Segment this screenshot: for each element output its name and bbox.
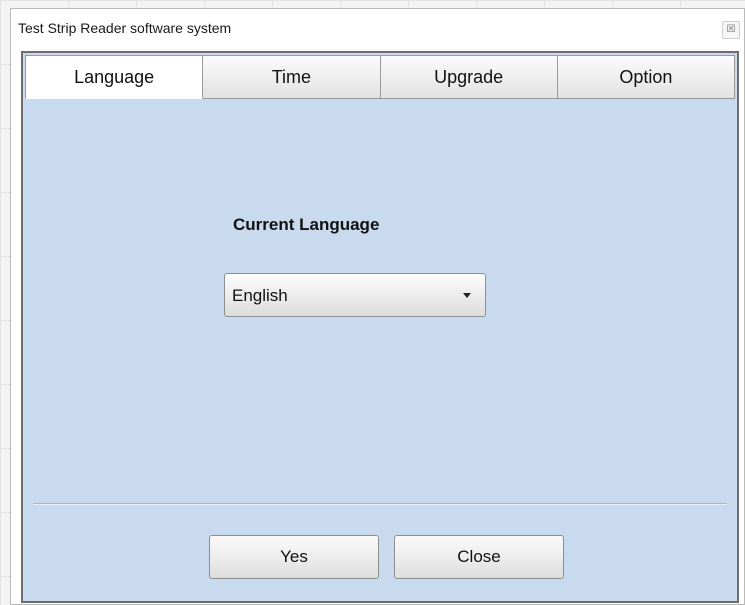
language-panel: Current Language English Yes Close: [23, 99, 737, 601]
settings-frame: Language Time Upgrade Option Current Lan…: [21, 51, 739, 603]
button-separator: [33, 503, 727, 505]
current-language-label: Current Language: [233, 215, 380, 234]
settings-dialog: Test Strip Reader software system ☒ Lang…: [10, 8, 745, 605]
tab-bar: Language Time Upgrade Option: [25, 55, 735, 99]
yes-button[interactable]: Yes: [209, 535, 379, 579]
language-dropdown[interactable]: English: [224, 273, 486, 317]
close-button[interactable]: Close: [394, 535, 564, 579]
title-bar: Test Strip Reader software system ☒: [11, 9, 744, 45]
tab-time[interactable]: Time: [203, 55, 381, 99]
language-dropdown-value: English: [232, 286, 288, 305]
tab-upgrade[interactable]: Upgrade: [380, 55, 558, 99]
window-title: Test Strip Reader software system: [18, 20, 232, 36]
tab-language[interactable]: Language: [25, 55, 204, 99]
chevron-down-icon: [463, 293, 471, 298]
tab-option[interactable]: Option: [557, 55, 735, 99]
close-window-icon[interactable]: ☒: [722, 21, 740, 39]
